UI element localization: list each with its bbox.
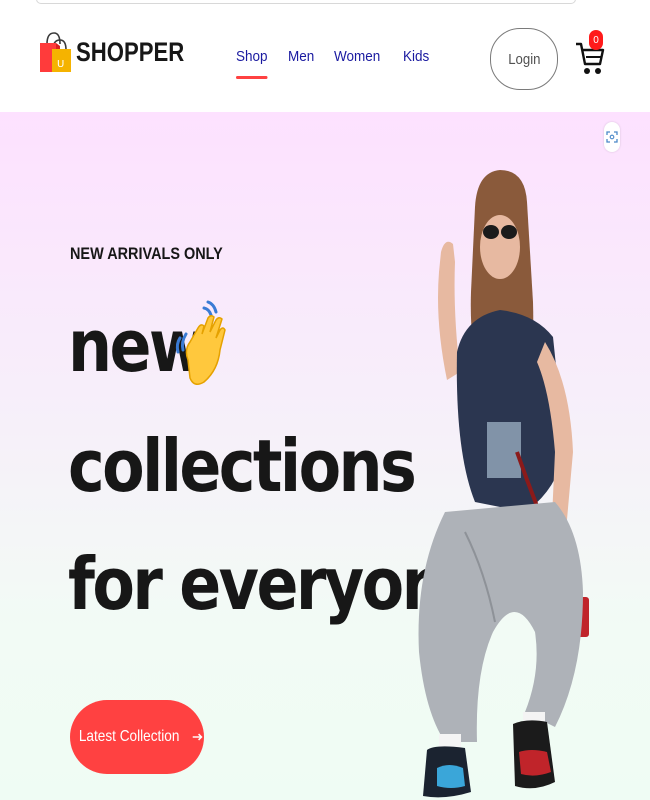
cta-label: Latest Collection (78, 728, 180, 745)
nav-item-women[interactable]: Women (334, 48, 380, 65)
latest-collection-button[interactable]: Latest Collection (70, 700, 204, 774)
address-bar-edge (36, 0, 576, 4)
navbar: U SHOPPER Shop Men Women Kids Login 0 (0, 8, 650, 112)
arrow-right-icon (193, 733, 203, 741)
nav-item-label: Men (288, 48, 315, 65)
nav-item-shop[interactable]: Shop (236, 48, 268, 79)
login-button[interactable]: Login (490, 28, 558, 90)
active-nav-underline (236, 76, 268, 79)
hero-eyebrow: NEW ARRIVALS ONLY (70, 244, 223, 263)
hero-section: NEW ARRIVALS ONLY new collections for ev… (0, 112, 650, 800)
nav-item-kids[interactable]: Kids (403, 48, 429, 65)
cart-count-badge: 0 (589, 30, 603, 50)
main-nav: Shop Men Women Kids (236, 48, 449, 79)
brand-logo[interactable]: U SHOPPER (38, 30, 208, 74)
scan-glyph-icon (606, 131, 618, 143)
login-label: Login (507, 50, 541, 68)
waving-hand-icon (175, 300, 226, 385)
hero-model-image (418, 170, 589, 798)
nav-item-men[interactable]: Men (288, 48, 314, 65)
nav-item-label: Kids (402, 48, 429, 65)
nav-item-label: Shop (236, 48, 268, 65)
hero-headline-line-2: collections (68, 424, 417, 508)
shopping-bag-logo-icon: U (40, 32, 71, 72)
browser-top-edge (0, 0, 650, 8)
logo-bag-letter: U (57, 59, 64, 70)
screenshot-scan-icon[interactable] (604, 122, 620, 152)
brand-name: SHOPPER (76, 36, 185, 67)
nav-item-label: Women (334, 48, 381, 65)
